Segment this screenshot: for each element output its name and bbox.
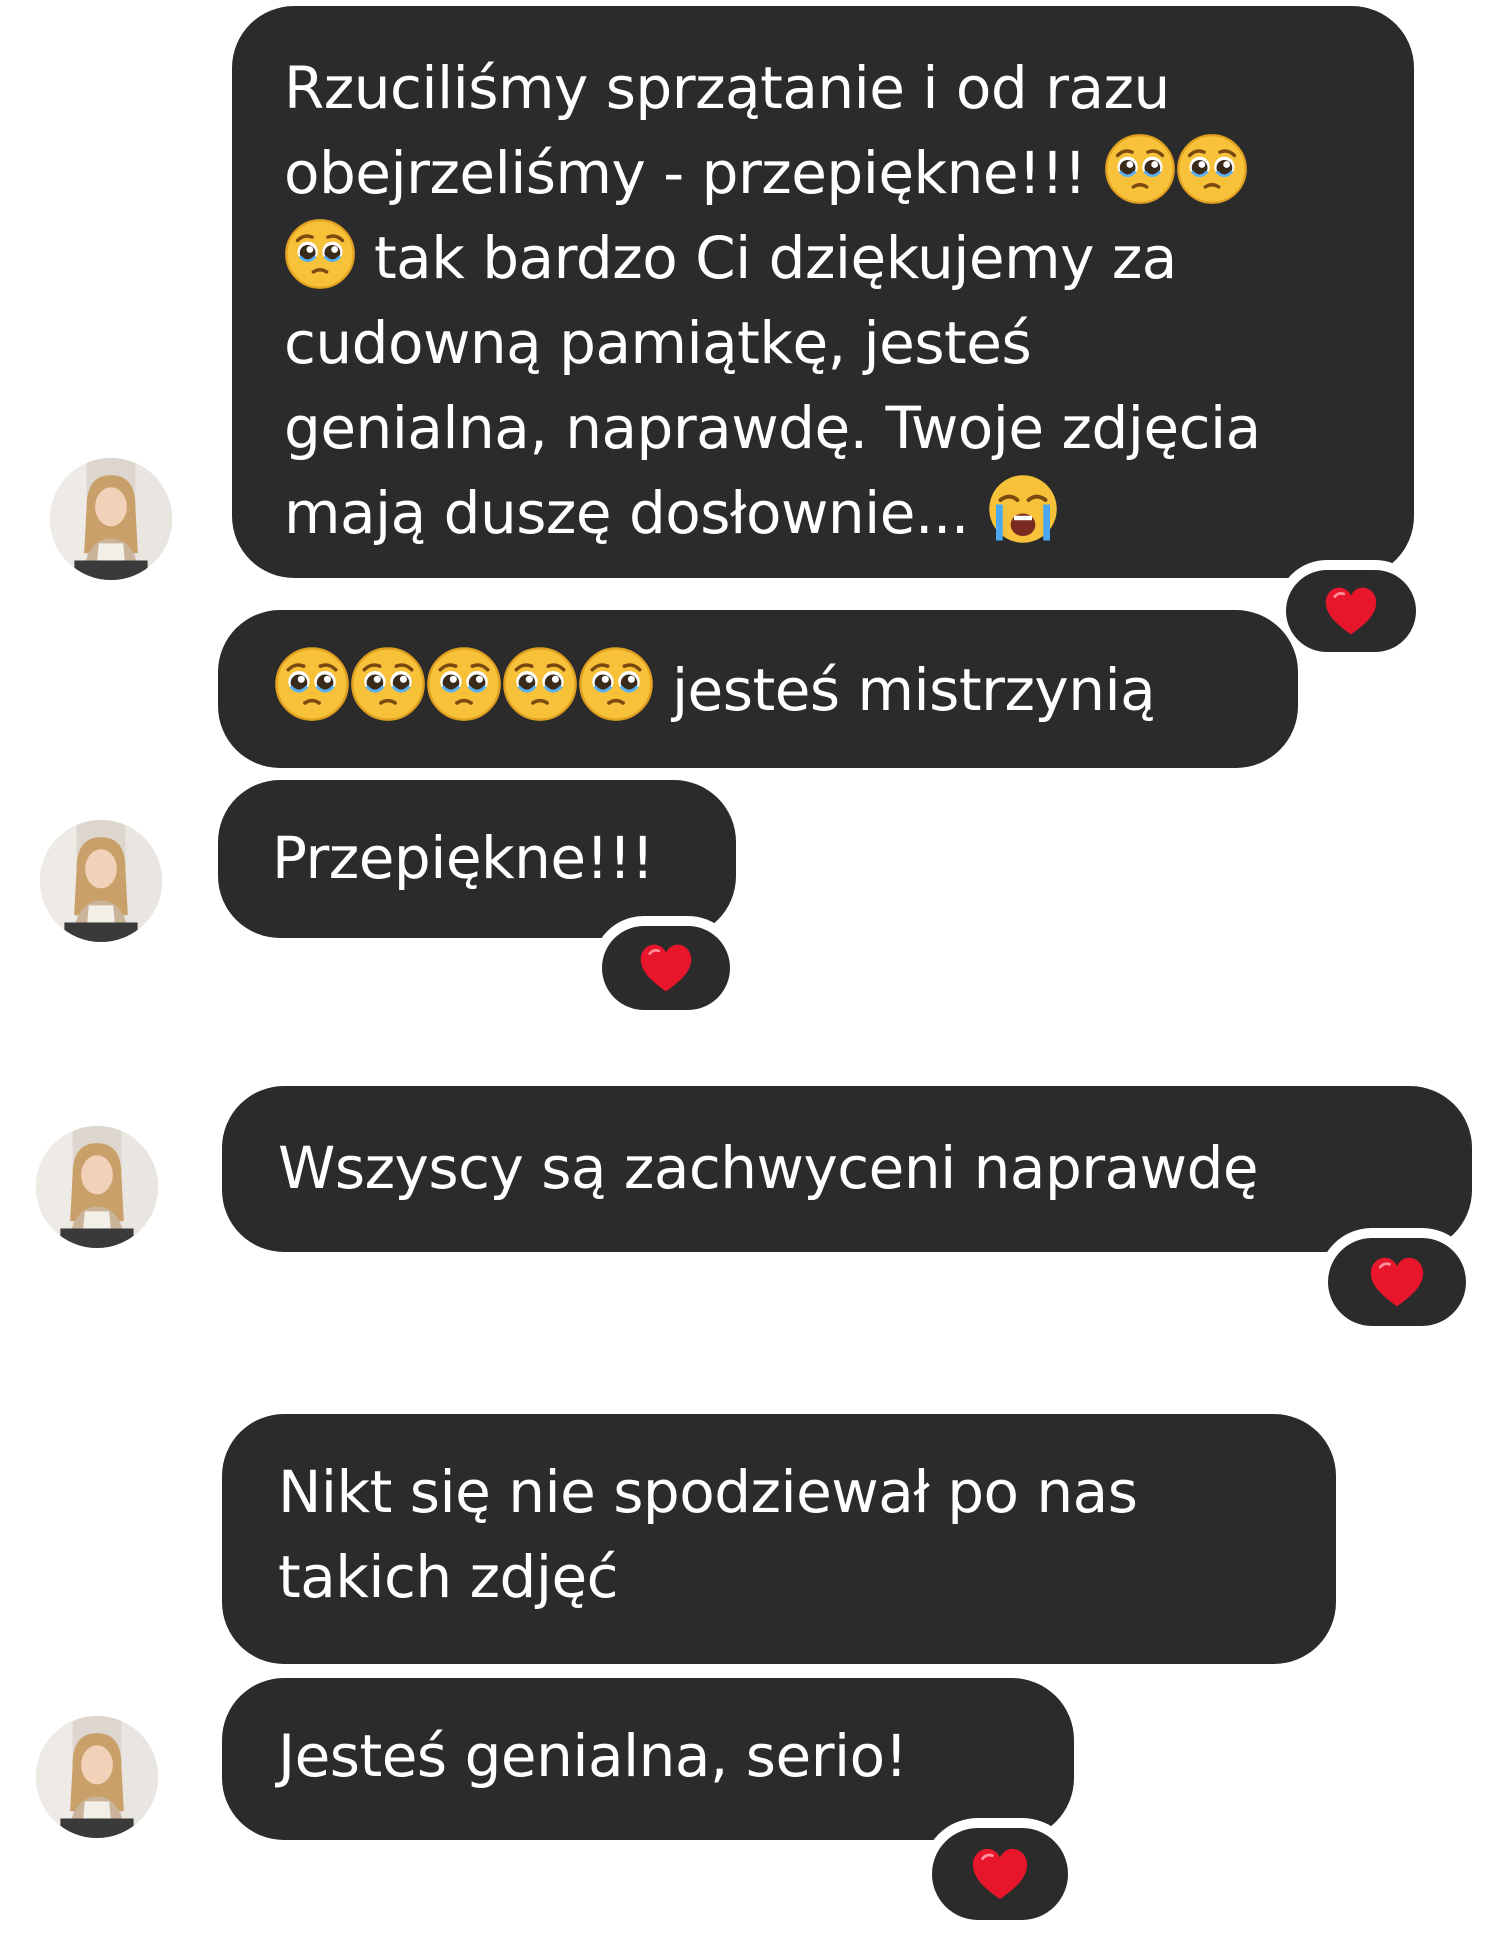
pleading-face-icon bbox=[426, 646, 502, 722]
message-bubble[interactable]: Nikt się nie spodziewał po nas takich zd… bbox=[222, 1414, 1336, 1664]
reaction-badge[interactable] bbox=[592, 916, 740, 1020]
reaction-badge[interactable] bbox=[922, 1818, 1078, 1930]
pleading-face-icon bbox=[578, 646, 654, 722]
avatar[interactable] bbox=[46, 454, 176, 584]
pleading-face-icon bbox=[502, 646, 578, 722]
heart-icon bbox=[1324, 586, 1378, 636]
message-text: genialna, naprawdę. Twoje zdjęcia bbox=[284, 394, 1261, 462]
message-text: Wszyscy są zachwyceni naprawdę bbox=[278, 1134, 1259, 1202]
message-text: takich zdjęć bbox=[278, 1543, 619, 1611]
message-text: mają duszę dosłownie... bbox=[284, 479, 969, 547]
pleading-face-icon bbox=[284, 218, 356, 290]
avatar[interactable] bbox=[36, 816, 166, 946]
message-text: Jesteś genialna, serio! bbox=[278, 1722, 908, 1790]
message-text: jesteś mistrzynią bbox=[671, 656, 1156, 724]
message-bubble[interactable]: Wszyscy są zachwyceni naprawdę bbox=[222, 1086, 1472, 1252]
message-text: tak bardzo Ci dziękujemy za bbox=[373, 224, 1177, 292]
heart-icon bbox=[639, 943, 693, 993]
avatar[interactable] bbox=[32, 1122, 162, 1252]
message-text: obejrzeliśmy - przepiękne!!! bbox=[284, 139, 1087, 207]
heart-icon bbox=[971, 1847, 1029, 1901]
reaction-badge[interactable] bbox=[1318, 1228, 1476, 1336]
message-bubble[interactable]: Jesteś genialna, serio! bbox=[222, 1678, 1074, 1840]
message-bubble[interactable]: Rzuciliśmy sprzątanie i od razu obejrzel… bbox=[232, 6, 1414, 578]
heart-icon bbox=[1369, 1256, 1425, 1308]
message-bubble[interactable]: Przepiękne!!! bbox=[218, 780, 736, 938]
message-text: Rzuciliśmy sprzątanie i od razu bbox=[284, 54, 1170, 122]
avatar[interactable] bbox=[32, 1712, 162, 1842]
reaction-badge[interactable] bbox=[1276, 560, 1426, 662]
message-text: cudowną pamiątkę, jesteś bbox=[284, 309, 1032, 377]
message-text: Przepiękne!!! bbox=[272, 824, 654, 892]
pleading-face-icon bbox=[1176, 133, 1248, 205]
crying-face-icon bbox=[987, 473, 1059, 545]
message-bubble[interactable]: jesteś mistrzynią bbox=[218, 610, 1298, 768]
pleading-face-icon bbox=[274, 646, 350, 722]
pleading-face-icon bbox=[350, 646, 426, 722]
message-text: Nikt się nie spodziewał po nas bbox=[278, 1458, 1138, 1526]
pleading-face-icon bbox=[1104, 133, 1176, 205]
